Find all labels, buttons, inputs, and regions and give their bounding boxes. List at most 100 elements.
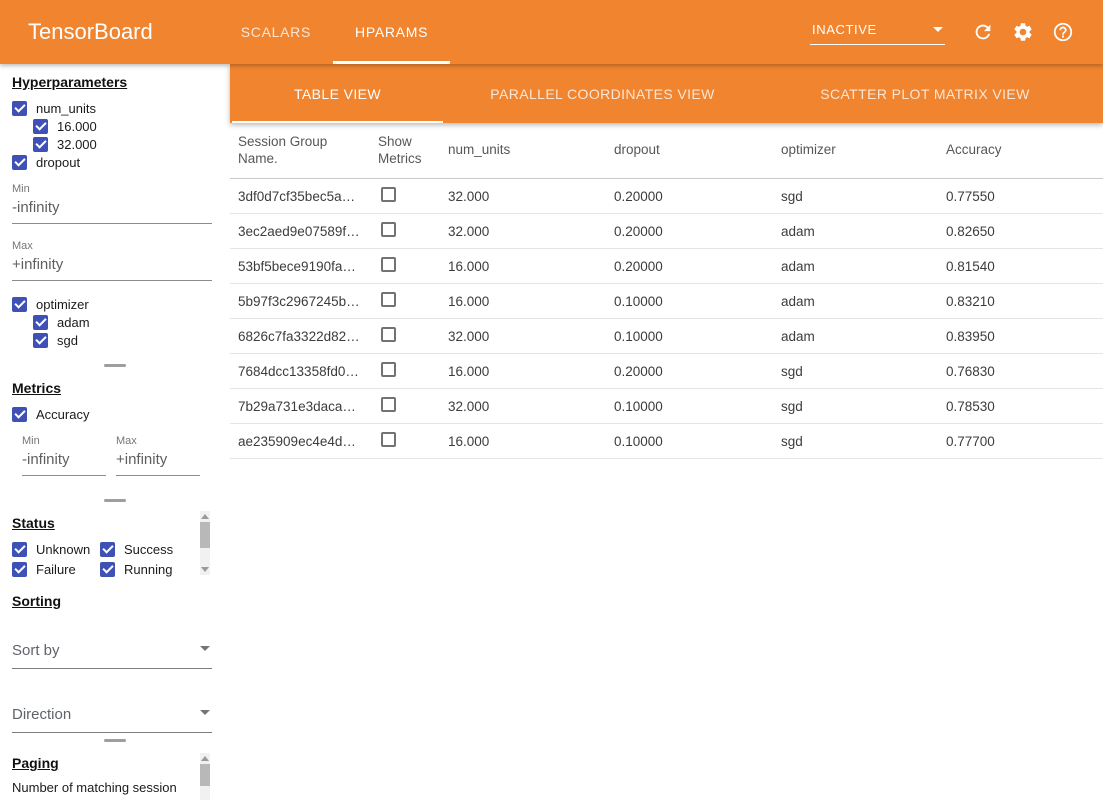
hparams-main: TABLE VIEW PARALLEL COORDINATES VIEW SCA… bbox=[230, 64, 1103, 800]
direction-select[interactable]: Direction bbox=[12, 701, 212, 733]
accuracy-checkbox[interactable] bbox=[12, 407, 27, 422]
scroll-thumb[interactable] bbox=[200, 764, 210, 786]
table-row: ae235909ec4e4d… 16.000 0.10000 sgd 0.777… bbox=[230, 424, 1103, 459]
sidebar-splitter-handle[interactable] bbox=[0, 360, 230, 370]
status-unknown-checkbox[interactable] bbox=[12, 542, 27, 557]
app-title: TensorBoard bbox=[28, 19, 153, 45]
optimizer-label: optimizer bbox=[36, 297, 89, 312]
status-running-checkbox[interactable] bbox=[100, 562, 115, 577]
main-nav-tabs: SCALARS HPARAMS bbox=[219, 0, 450, 64]
num-units-16-checkbox[interactable] bbox=[33, 119, 48, 134]
sidebar-splitter-handle[interactable] bbox=[0, 735, 230, 745]
accuracy-max-input[interactable] bbox=[116, 448, 200, 476]
status-options: Unknown Success Failure Running bbox=[12, 540, 218, 578]
accuracy-value: 0.77700 bbox=[946, 434, 1103, 449]
metric-accuracy: Accuracy bbox=[12, 405, 218, 423]
scroll-down-icon[interactable] bbox=[201, 567, 209, 572]
sidebar-splitter-handle[interactable] bbox=[0, 495, 230, 505]
show-metrics-checkbox[interactable] bbox=[381, 292, 396, 307]
accuracy-value: 0.83210 bbox=[946, 294, 1103, 309]
show-metrics-checkbox[interactable] bbox=[381, 362, 396, 377]
num-units-value: 32.000 bbox=[448, 399, 614, 414]
tab-scatter-plot-matrix-view[interactable]: SCATTER PLOT MATRIX VIEW bbox=[760, 64, 1090, 123]
status-unknown: Unknown bbox=[12, 540, 100, 558]
scroll-thumb[interactable] bbox=[200, 522, 210, 548]
view-tabs: TABLE VIEW PARALLEL COORDINATES VIEW SCA… bbox=[230, 64, 1103, 123]
refresh-button[interactable] bbox=[963, 12, 1003, 52]
optimizer-sgd-label: sgd bbox=[57, 333, 78, 348]
sort-by-label: Sort by bbox=[12, 642, 60, 659]
session-group-name: 53bf5bece9190fa… bbox=[238, 259, 378, 274]
scroll-up-icon[interactable] bbox=[201, 514, 209, 519]
col-header-optimizer: optimizer bbox=[781, 142, 946, 159]
status-failure: Failure bbox=[12, 560, 100, 578]
dropout-min-input[interactable] bbox=[12, 196, 212, 224]
sorting-heading: Sorting bbox=[12, 593, 218, 609]
paging-scrollbar[interactable] bbox=[200, 753, 210, 800]
sort-by-select[interactable]: Sort by bbox=[12, 637, 212, 669]
num-units-32-checkbox[interactable] bbox=[33, 137, 48, 152]
status-success-checkbox[interactable] bbox=[100, 542, 115, 557]
num-units-checkbox[interactable] bbox=[12, 101, 27, 116]
tab-hparams[interactable]: HPARAMS bbox=[333, 0, 450, 64]
optimizer-sgd-checkbox[interactable] bbox=[33, 333, 48, 348]
paging-section: Paging Number of matching session groups… bbox=[0, 745, 230, 800]
accuracy-value: 0.81540 bbox=[946, 259, 1103, 274]
accuracy-min-input[interactable] bbox=[22, 448, 106, 476]
dropout-value: 0.20000 bbox=[614, 259, 781, 274]
dropout-value: 0.20000 bbox=[614, 364, 781, 379]
tab-table-view[interactable]: TABLE VIEW bbox=[230, 64, 445, 123]
optimizer-value: adam bbox=[781, 259, 946, 274]
num-units-32-label: 32.000 bbox=[57, 137, 97, 152]
table-row: 7b29a731e3daca… 32.000 0.10000 sgd 0.785… bbox=[230, 389, 1103, 424]
optimizer-adam-label: adam bbox=[57, 315, 90, 330]
data-status-dropdown[interactable]: INACTIVE bbox=[810, 20, 945, 45]
accuracy-min-field: Min bbox=[22, 435, 106, 476]
tab-parallel-coordinates-view[interactable]: PARALLEL COORDINATES VIEW bbox=[445, 64, 760, 123]
show-metrics-checkbox[interactable] bbox=[381, 187, 396, 202]
show-metrics-checkbox[interactable] bbox=[381, 257, 396, 272]
dropout-max-field: Max bbox=[12, 240, 218, 281]
table-body: 3df0d7cf35bec5a… 32.000 0.20000 sgd 0.77… bbox=[230, 179, 1103, 459]
dropout-max-input[interactable] bbox=[12, 253, 212, 281]
hparam-dropout: dropout bbox=[12, 153, 218, 171]
dropout-value: 0.10000 bbox=[614, 399, 781, 414]
data-status-value: INACTIVE bbox=[812, 22, 877, 37]
accuracy-value: 0.76830 bbox=[946, 364, 1103, 379]
col-header-accuracy: Accuracy bbox=[946, 142, 1103, 159]
dropout-checkbox[interactable] bbox=[12, 155, 27, 170]
accuracy-value: 0.77550 bbox=[946, 189, 1103, 204]
optimizer-value: sgd bbox=[781, 399, 946, 414]
num-units-value: 16.000 bbox=[448, 259, 614, 274]
settings-button[interactable] bbox=[1003, 12, 1043, 52]
show-metrics-checkbox[interactable] bbox=[381, 432, 396, 447]
status-section: Status Unknown Success Failure Running bbox=[0, 505, 230, 583]
accuracy-min-label: Min bbox=[22, 435, 106, 447]
session-group-name: 3df0d7cf35bec5a… bbox=[238, 189, 378, 204]
help-button[interactable] bbox=[1043, 12, 1083, 52]
dropout-value: 0.10000 bbox=[614, 434, 781, 449]
chevron-down-icon bbox=[933, 27, 943, 32]
table-row: 6826c7fa3322d82… 32.000 0.10000 adam 0.8… bbox=[230, 319, 1103, 354]
tab-scalars[interactable]: SCALARS bbox=[219, 0, 333, 64]
optimizer-checkbox[interactable] bbox=[12, 297, 27, 312]
show-metrics-checkbox[interactable] bbox=[381, 327, 396, 342]
session-group-name: 7684dcc13358fd0… bbox=[238, 364, 378, 379]
session-group-name: 3ec2aed9e07589f… bbox=[238, 224, 378, 239]
col-header-show-metrics: Show Metrics bbox=[378, 134, 448, 168]
num-units-value: 32.000 bbox=[448, 329, 614, 344]
status-scrollbar[interactable] bbox=[200, 511, 210, 575]
num-units-value: 16.000 bbox=[448, 294, 614, 309]
show-metrics-checkbox[interactable] bbox=[381, 222, 396, 237]
optimizer-adam-checkbox[interactable] bbox=[33, 315, 48, 330]
refresh-icon bbox=[972, 21, 994, 43]
status-failure-checkbox[interactable] bbox=[12, 562, 27, 577]
optimizer-value: sgd bbox=[781, 434, 946, 449]
metrics-section: Metrics Accuracy Min Max bbox=[0, 370, 230, 495]
accuracy-value: 0.83950 bbox=[946, 329, 1103, 344]
num-units-value: 32.000 bbox=[448, 189, 614, 204]
show-metrics-checkbox[interactable] bbox=[381, 397, 396, 412]
num-units-value: 32.000 bbox=[448, 224, 614, 239]
scroll-up-icon[interactable] bbox=[201, 756, 209, 761]
table-row: 3ec2aed9e07589f… 32.000 0.20000 adam 0.8… bbox=[230, 214, 1103, 249]
